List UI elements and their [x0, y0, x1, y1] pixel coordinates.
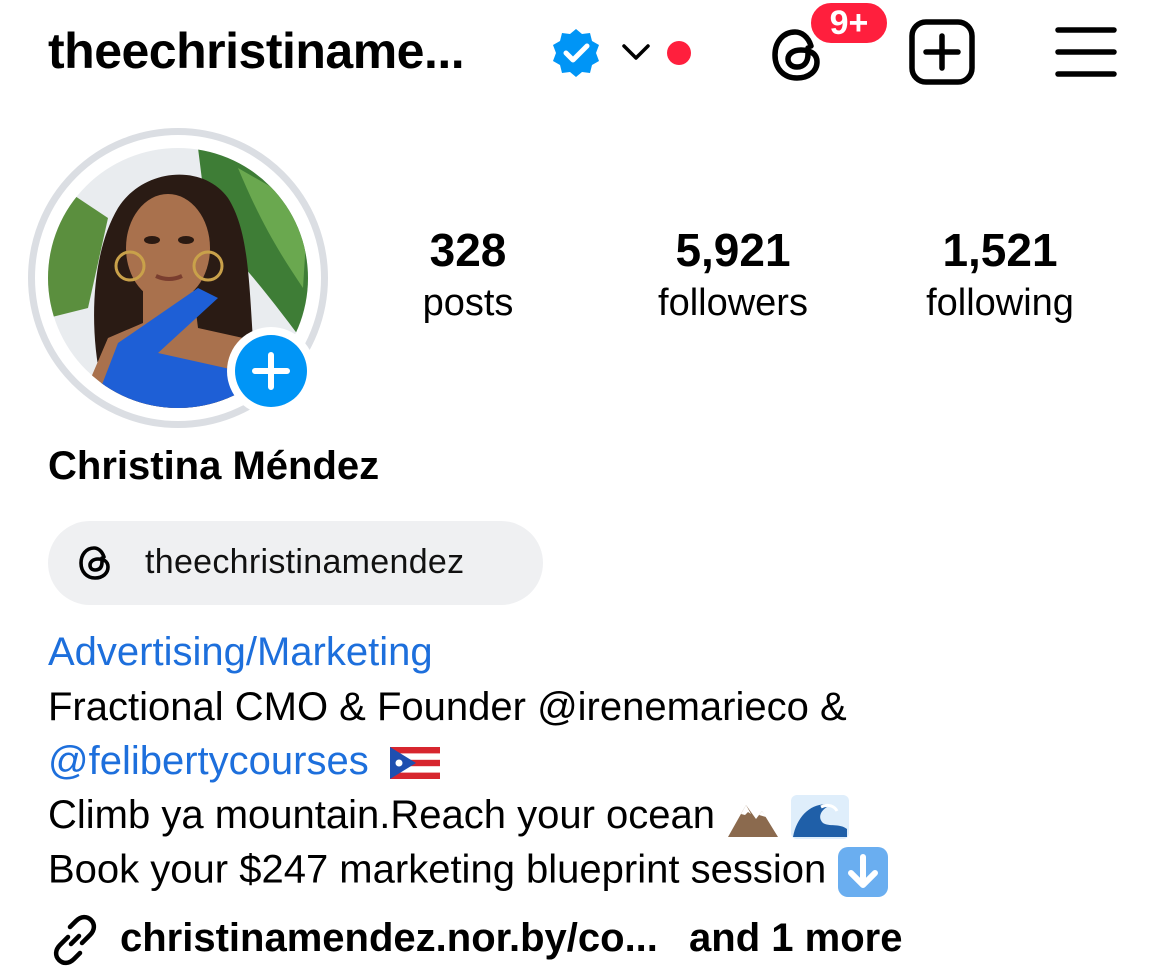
following-stat[interactable]: 1,521 following — [900, 222, 1100, 328]
notification-dot — [667, 41, 691, 65]
posts-count: 328 — [429, 224, 507, 276]
bio-text: Climb ya mountain.Reach your ocean — [48, 793, 716, 837]
followers-stat[interactable]: 5,921 followers — [628, 222, 838, 328]
threads-icon — [79, 546, 110, 580]
bio-text: Book your $247 marketing blueprint sessi… — [48, 847, 827, 892]
mountain-icon — [728, 805, 779, 838]
posts-stat[interactable]: 328 posts — [388, 222, 548, 328]
posts-label: posts — [422, 282, 514, 324]
bio-line: @felibertycourses — [48, 739, 440, 784]
threads-handle: theechristinamendez — [145, 543, 465, 581]
bio-line: Fractional CMO & Founder @irenemarieco & — [48, 685, 847, 729]
menu-icon[interactable] — [1055, 24, 1117, 80]
profile-category: Advertising/Marketing — [48, 630, 433, 674]
link-icon — [53, 914, 97, 966]
followers-label: followers — [658, 282, 808, 324]
puerto-rico-flag-icon — [389, 747, 440, 780]
bio-line: Book your $247 marketing blueprint sessi… — [48, 846, 889, 898]
threads-profile-chip[interactable]: theechristinamendez — [48, 521, 543, 605]
username-title[interactable]: theechristiname... — [48, 22, 465, 80]
following-label: following — [926, 282, 1074, 324]
bio-line: Climb ya mountain.Reach your ocean — [48, 793, 850, 840]
link-url[interactable]: christinamendez.nor.by/co... — [120, 916, 658, 960]
chevron-down-icon[interactable] — [620, 38, 652, 66]
add-story-button[interactable] — [227, 327, 315, 415]
followers-count: 5,921 — [675, 224, 791, 276]
new-post-icon[interactable] — [908, 18, 976, 86]
wave-icon — [791, 795, 850, 840]
bio-mention-link[interactable]: @felibertycourses — [48, 739, 369, 783]
down-arrow-icon — [838, 847, 889, 897]
add-story-icon — [252, 352, 290, 390]
profile-external-link[interactable]: christinamendez.nor.by/co... and 1 more — [120, 916, 902, 961]
verified-badge-icon — [553, 29, 599, 77]
link-more[interactable]: and 1 more — [689, 916, 902, 960]
following-count: 1,521 — [942, 224, 1058, 276]
profile-full-name: Christina Méndez — [48, 444, 380, 488]
notification-count-badge: 9+ — [808, 0, 890, 46]
